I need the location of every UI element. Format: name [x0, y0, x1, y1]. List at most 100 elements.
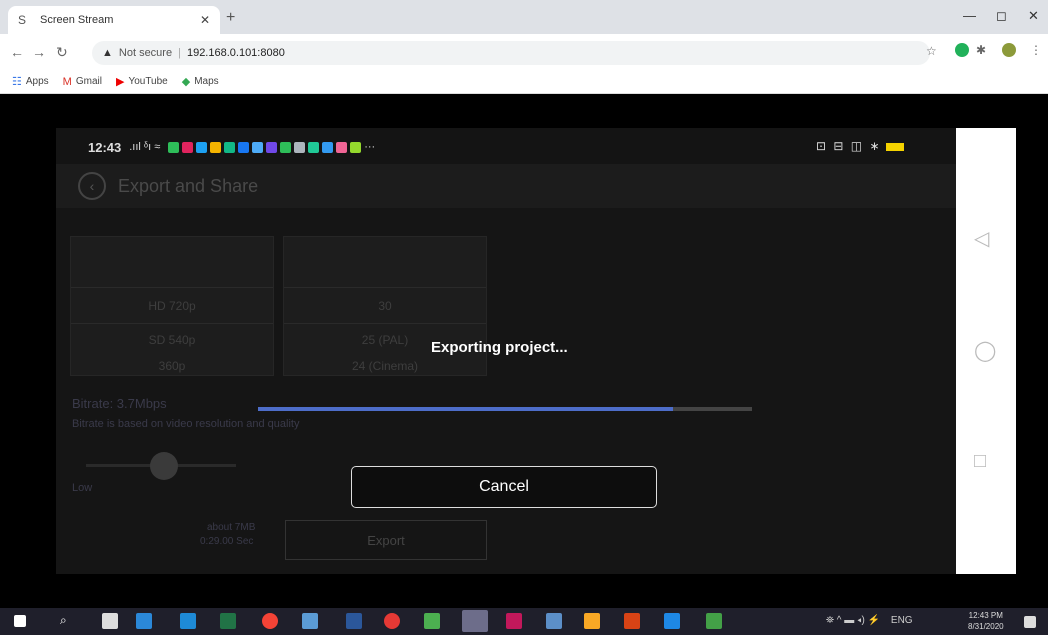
- cancel-label: Cancel: [479, 478, 529, 495]
- taskbar-app-icon[interactable]: [136, 613, 152, 629]
- back-button[interactable]: ‹: [78, 172, 106, 200]
- taskbar-app-icon[interactable]: [302, 613, 318, 629]
- tab-close-icon[interactable]: ✕: [200, 13, 210, 27]
- page-title: Export and Share: [118, 175, 259, 196]
- export-progress-bar: [258, 407, 752, 411]
- signal-icon: .ııl ᵟı ≈: [129, 141, 161, 153]
- more-notifications-icon: ···: [364, 141, 376, 153]
- url-text: 192.168.0.101:8080: [186, 47, 285, 59]
- notification-icon: [336, 141, 348, 153]
- puzzle-icon[interactable]: ✱: [976, 43, 986, 57]
- taskbar-app-icon[interactable]: [424, 613, 440, 629]
- gmail-icon: M: [62, 75, 72, 88]
- clock-time: 12:43 PM: [968, 611, 1003, 620]
- resolution-panel: HD 720p SD 540p 360p: [70, 236, 274, 376]
- progress-fill: [258, 407, 673, 411]
- browser-tab[interactable]: S Screen Stream ✕: [8, 6, 220, 34]
- taskbar-app-icon[interactable]: [624, 613, 640, 629]
- opera-icon[interactable]: [384, 613, 400, 629]
- notification-icon: [322, 141, 334, 153]
- notification-icon: [350, 141, 362, 153]
- notification-icon: [182, 141, 194, 153]
- taskbar-app-icon[interactable]: [664, 613, 680, 629]
- bookmark-gmail[interactable]: M Gmail: [63, 76, 102, 88]
- framerate-option[interactable]: 24 (Cinema): [284, 359, 486, 373]
- notification-icon: [238, 141, 250, 153]
- status-time: 12:43: [88, 139, 122, 155]
- new-tab-icon[interactable]: +: [226, 9, 235, 27]
- taskbar-app-icon[interactable]: [546, 613, 562, 629]
- bitrate-description: Bitrate is based on video resolution and…: [72, 418, 300, 430]
- resolution-option[interactable]: 360p: [71, 359, 273, 373]
- chrome-icon[interactable]: [262, 613, 278, 629]
- tray-icons[interactable]: ⛯ ^ ▬ ◂) ⚡: [826, 615, 880, 626]
- clock-date: 8/31/2020: [968, 622, 1004, 631]
- back-arrow-icon[interactable]: ←: [10, 44, 24, 60]
- chevron-left-icon: ‹: [89, 178, 95, 194]
- notification-icon: [252, 141, 264, 153]
- youtube-icon: ▶: [115, 76, 125, 88]
- minimize-icon[interactable]: —: [963, 8, 976, 23]
- window-close-icon[interactable]: ✕: [1028, 8, 1039, 24]
- warning-icon: ▲: [102, 47, 113, 59]
- word-icon[interactable]: [346, 613, 362, 629]
- forward-arrow-icon[interactable]: →: [32, 44, 46, 60]
- bookmark-label: YouTube: [128, 76, 168, 87]
- bookmarks-bar: ☷ Apps M Gmail ▶ YouTube ◆ Maps: [0, 70, 1048, 94]
- system-tray: ⛯ ^ ▬ ◂) ⚡ ENG: [826, 615, 913, 626]
- size-estimate: about 7MB: [207, 522, 256, 533]
- bookmark-label: Apps: [25, 76, 49, 87]
- nav-home-icon[interactable]: ◯: [974, 338, 996, 363]
- taskbar-clock[interactable]: 12:43 PM 8/31/2020: [968, 610, 1004, 632]
- bookmark-youtube[interactable]: ▶ YouTube: [116, 75, 168, 88]
- taskbar-active-app-icon[interactable]: [462, 610, 488, 632]
- maps-icon: ◆: [181, 76, 191, 88]
- notification-icon: [280, 141, 292, 153]
- export-button[interactable]: Export: [285, 520, 487, 560]
- bookmark-apps[interactable]: ☷ Apps: [12, 75, 49, 88]
- nav-back-icon[interactable]: ◁: [974, 226, 989, 251]
- apps-grid-icon: ☷: [12, 76, 22, 88]
- dialog-title: Exporting project...: [431, 339, 568, 356]
- notification-icon: [210, 141, 222, 153]
- profile-avatar-icon[interactable]: [1002, 43, 1016, 57]
- quality-slider-knob[interactable]: [150, 452, 178, 480]
- extension-green-icon[interactable]: [955, 43, 969, 57]
- notification-icon: [168, 141, 180, 153]
- notification-icon: [308, 141, 320, 153]
- resolution-option[interactable]: HD 720p: [71, 299, 273, 313]
- search-icon[interactable]: ⌕: [60, 613, 76, 629]
- taskbar-app-icon[interactable]: [102, 613, 118, 629]
- low-label: Low: [72, 482, 93, 494]
- system-status-icons: ⊡ ⊟ ◫ ∗: [816, 139, 882, 153]
- duration-label: 0:29.00 Sec: [200, 536, 254, 547]
- taskbar-app-icon[interactable]: [506, 613, 522, 629]
- bitrate-label: Bitrate: 3.7Mbps: [72, 396, 167, 411]
- windows-start-icon[interactable]: [14, 615, 26, 627]
- battery-icon: [885, 142, 904, 151]
- notifications-icon[interactable]: [1024, 616, 1036, 628]
- framerate-option[interactable]: 30: [284, 299, 486, 313]
- reload-icon[interactable]: ↻: [56, 44, 68, 61]
- menu-dots-icon[interactable]: ⋮: [1030, 43, 1042, 57]
- notification-icon: [196, 141, 208, 153]
- star-icon[interactable]: ☆: [926, 44, 937, 58]
- resolution-option[interactable]: SD 540p: [71, 333, 273, 347]
- notification-icon: [224, 141, 236, 153]
- notification-icon: [266, 141, 278, 153]
- tab-strip: S Screen Stream ✕ + — ◻ ✕: [0, 0, 1048, 34]
- cancel-button[interactable]: Cancel: [351, 466, 657, 508]
- address-bar[interactable]: ▲ Not secure | 192.168.0.101:8080: [92, 41, 930, 65]
- maximize-icon[interactable]: ◻: [996, 8, 1007, 24]
- language-indicator[interactable]: ENG: [891, 615, 913, 626]
- bookmark-maps[interactable]: ◆ Maps: [182, 75, 219, 88]
- taskbar-app-icon[interactable]: [584, 613, 600, 629]
- taskbar-app-icon[interactable]: [180, 613, 196, 629]
- export-label: Export: [367, 532, 405, 548]
- nav-recents-icon[interactable]: □: [974, 450, 986, 473]
- app-bar: ‹ Export and Share: [56, 164, 956, 208]
- taskbar-app-icon[interactable]: [220, 613, 236, 629]
- taskbar-app-icon[interactable]: [706, 613, 722, 629]
- bookmark-label: Maps: [194, 76, 219, 87]
- status-right-icons: ⊡ ⊟ ◫ ∗: [816, 139, 904, 153]
